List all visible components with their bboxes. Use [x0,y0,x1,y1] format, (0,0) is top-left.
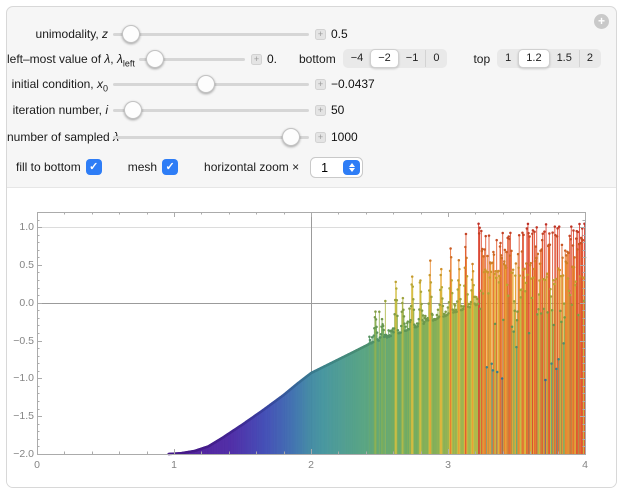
iteration-number-slider[interactable] [113,101,309,119]
manipulate-panel: + unimodality, z + 0.5 left–most value o… [6,6,617,488]
y-tick-label: −1.0 [13,372,34,385]
slider-row-iteration-number: iteration number, i + 50 [7,97,616,123]
plus-icon: + [317,29,324,39]
plus-icon: + [253,54,260,64]
plot-canvas [7,188,616,487]
slider-thumb[interactable] [124,101,142,119]
x-tick-label: 3 [445,459,451,471]
stepper-icon [343,159,361,175]
y-tick-label: 0.5 [19,258,34,271]
x-tick-label: 0 [34,459,40,471]
horizontal-zoom-select[interactable]: 1 [310,156,364,178]
plus-icon: + [317,132,324,142]
slider-thumb[interactable] [146,50,164,68]
horizontal-zoom-label: horizontal zoom × [204,160,300,174]
open-input-button[interactable]: + [315,132,326,143]
slider-value: −0.0437 [331,77,375,91]
x-tick-label: 4 [582,459,588,471]
slider-row-sampled-lambda: number of sampled λ + 1000 [7,124,616,150]
bottom-range-selector: −4 −2 −1 0 [342,49,448,68]
slider-label: number of sampled λ [7,130,119,144]
sampled-lambda-slider[interactable] [113,128,309,146]
slider-row-unimodality: unimodality, z + 0.5 [7,21,616,47]
check-icon: ✓ [89,161,99,173]
seg-option[interactable]: 2 [578,50,600,67]
slider-label: left–most value of λ, λleft [7,52,135,69]
slider-label: iteration number, i [12,103,108,117]
mesh-checkbox[interactable]: ✓ [162,159,179,175]
plot-range-controls: bottom −4 −2 −1 0 top 1 1.2 1.5 2 [299,49,601,68]
slider-label: unimodality, z [35,27,108,41]
y-tick-label: −1.5 [13,410,34,423]
toggle-row: fill to bottom ✓ mesh ✓ horizontal zoom … [7,154,616,180]
manipulate-demonstration: + unimodality, z + 0.5 left–most value o… [0,0,624,494]
slider-value: 0. [267,52,278,66]
seg-option[interactable]: 1.5 [550,50,579,67]
plus-icon: + [317,79,324,89]
y-tick-label: 1.0 [19,221,34,234]
initial-condition-slider[interactable] [113,75,309,93]
x-tick-label: 1 [171,459,177,471]
plot-pane: 1.0 0.5 0.0 −0.5 −1.0 −1.5 −2.0 0 1 2 3 4 [7,187,616,487]
slider-row-lambda-left: left–most value of λ, λleft + 0. bottom … [7,46,616,72]
slider-value: 0.5 [331,27,348,41]
unimodality-slider[interactable] [113,25,309,43]
open-input-button[interactable]: + [251,54,262,65]
top-range-label: top [473,51,491,66]
controls-area: unimodality, z + 0.5 left–most value of … [7,7,616,187]
y-tick-label: 0.0 [19,296,34,309]
seg-option[interactable]: −2 [370,49,399,68]
x-tick-label: 2 [308,459,314,471]
open-input-button[interactable]: + [315,79,326,90]
seg-option[interactable]: 1 [498,50,518,67]
seg-option[interactable]: −1 [399,50,426,67]
check-icon: ✓ [165,161,175,173]
slider-thumb[interactable] [197,75,215,93]
top-range-selector: 1 1.2 1.5 2 [497,49,601,68]
slider-thumb[interactable] [282,128,300,146]
zoom-select-value: 1 [321,160,329,175]
lambda-left-slider[interactable] [139,50,245,68]
fill-to-bottom-label: fill to bottom [16,160,81,174]
open-input-button[interactable]: + [315,29,326,40]
slider-value: 1000 [331,130,358,144]
bottom-range-label: bottom [299,51,336,66]
plus-icon: + [317,105,324,115]
seg-option[interactable]: 0 [425,50,446,67]
slider-thumb[interactable] [122,25,140,43]
slider-row-initial-condition: initial condition, x0 + −0.0437 [7,71,616,97]
mesh-label: mesh [127,160,158,174]
slider-value: 50 [331,103,345,117]
slider-label: initial condition, x0 [11,77,108,94]
y-tick-label: −0.5 [13,334,34,347]
fill-to-bottom-checkbox[interactable]: ✓ [85,159,102,175]
seg-option[interactable]: 1.2 [518,49,550,68]
open-input-button[interactable]: + [315,105,326,116]
seg-option[interactable]: −4 [344,50,371,67]
